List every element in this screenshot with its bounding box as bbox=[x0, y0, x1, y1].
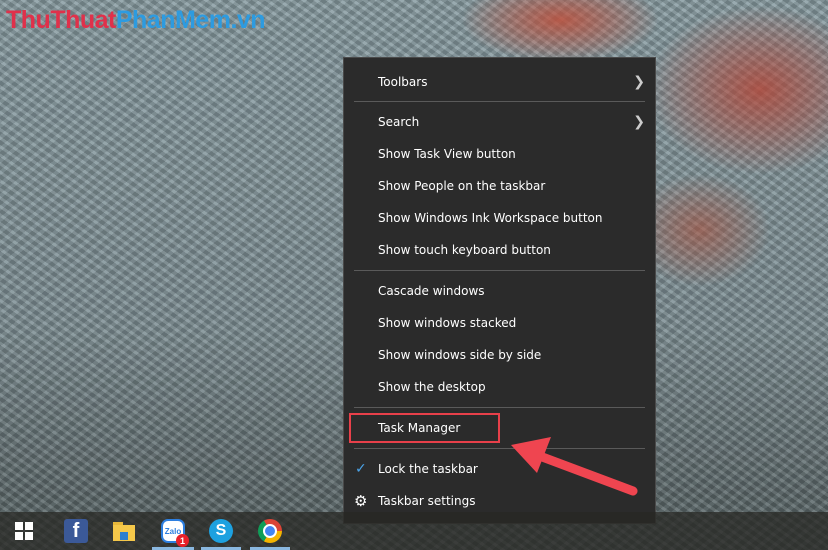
menu-item-search[interactable]: Search ❯ bbox=[344, 107, 655, 137]
zalo-button[interactable]: Zalo 1 bbox=[158, 516, 189, 547]
menu-item-show-desktop[interactable]: Show the desktop bbox=[344, 372, 655, 402]
notification-badge: 1 bbox=[176, 534, 189, 547]
gear-icon: ⚙ bbox=[354, 492, 368, 510]
menu-item-people[interactable]: Show People on the taskbar bbox=[344, 171, 655, 201]
start-button[interactable] bbox=[9, 516, 39, 546]
menu-item-toolbars[interactable]: Toolbars ❯ bbox=[344, 67, 655, 97]
chrome-button[interactable] bbox=[255, 516, 285, 546]
menu-label: Show windows side by side bbox=[378, 348, 542, 362]
menu-label: Show touch keyboard button bbox=[378, 243, 551, 257]
menu-item-side-by-side[interactable]: Show windows side by side bbox=[344, 340, 655, 370]
file-explorer-button[interactable] bbox=[109, 516, 139, 546]
folder-icon bbox=[113, 522, 135, 541]
chevron-right-icon: ❯ bbox=[633, 114, 645, 130]
menu-item-cascade[interactable]: Cascade windows bbox=[344, 276, 655, 306]
facebook-button[interactable]: f bbox=[61, 516, 91, 546]
chevron-right-icon: ❯ bbox=[633, 74, 645, 90]
menu-label: Cascade windows bbox=[378, 284, 485, 298]
menu-label: Show Windows Ink Workspace button bbox=[378, 211, 603, 225]
skype-button[interactable]: S bbox=[206, 516, 236, 546]
menu-item-stacked[interactable]: Show windows stacked bbox=[344, 308, 655, 338]
menu-label: Search bbox=[378, 115, 420, 129]
separator bbox=[354, 270, 645, 271]
menu-label: Show the desktop bbox=[378, 380, 486, 394]
skype-icon: S bbox=[209, 519, 233, 543]
checkmark-icon: ✓ bbox=[355, 461, 367, 477]
menu-label: Toolbars bbox=[378, 75, 428, 89]
menu-label: Show windows stacked bbox=[378, 316, 517, 330]
menu-item-task-view[interactable]: Show Task View button bbox=[344, 139, 655, 169]
logo-part2: PhanMem.vn bbox=[115, 6, 266, 34]
separator bbox=[354, 407, 645, 408]
separator bbox=[354, 101, 645, 102]
menu-label: Taskbar settings bbox=[378, 494, 476, 508]
menu-item-ink-workspace[interactable]: Show Windows Ink Workspace button bbox=[344, 203, 655, 233]
facebook-icon: f bbox=[64, 519, 88, 543]
menu-label: Lock the taskbar bbox=[378, 462, 478, 476]
windows-icon bbox=[15, 522, 33, 540]
zalo-icon: Zalo 1 bbox=[161, 519, 189, 547]
taskbar: f Zalo 1 S bbox=[0, 512, 828, 550]
menu-item-touch-keyboard[interactable]: Show touch keyboard button bbox=[344, 235, 655, 265]
menu-label: Show Task View button bbox=[378, 147, 516, 161]
chrome-icon bbox=[258, 519, 282, 543]
logo-part1: ThuThuat bbox=[6, 6, 116, 34]
arrow-annotation bbox=[511, 437, 638, 496]
watermark-logo: ThuThuatPhanMem.vn bbox=[6, 6, 266, 35]
menu-label: Show People on the taskbar bbox=[378, 179, 546, 193]
highlight-box bbox=[349, 413, 500, 443]
